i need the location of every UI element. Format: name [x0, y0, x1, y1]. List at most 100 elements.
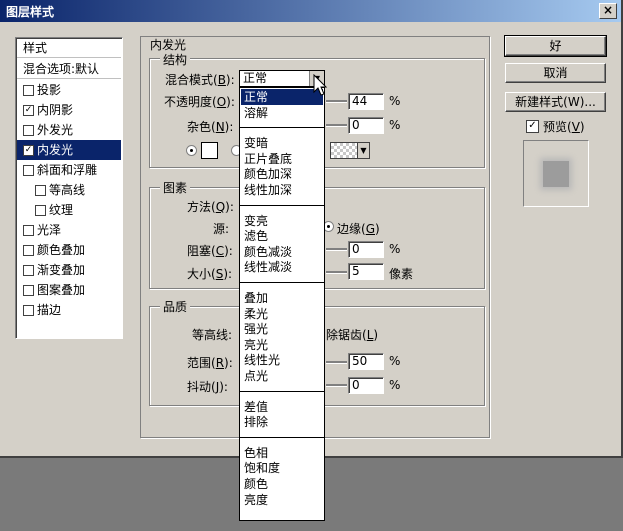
window-title: 图层样式 — [6, 5, 55, 19]
blend-mode-value: 正常 — [243, 71, 268, 85]
style-item[interactable]: 光泽 — [17, 220, 121, 240]
glow-color-swatch[interactable] — [201, 142, 218, 159]
gradient-preview[interactable] — [330, 142, 358, 159]
style-item-label: 纹理 — [49, 203, 74, 217]
style-item-checkbox[interactable] — [23, 285, 34, 296]
style-item-checkbox[interactable] — [23, 85, 34, 96]
title-bar[interactable]: 图层样式 × — [0, 0, 621, 22]
style-item[interactable]: 描边 — [17, 300, 121, 320]
style-item-checkbox[interactable] — [23, 305, 34, 316]
opacity-label: 不透明度(O): — [164, 95, 235, 109]
blend-mode-option[interactable]: 滤色 — [241, 228, 323, 244]
gradient-chevron-down-icon[interactable]: ▼ — [357, 142, 370, 159]
color-radio[interactable] — [186, 145, 197, 156]
style-item[interactable]: ✓ 内阴影 — [17, 100, 121, 120]
style-item[interactable]: 纹理 — [17, 200, 121, 220]
blend-mode-option[interactable]: 颜色加深 — [241, 166, 323, 182]
opacity-input[interactable]: 44 — [348, 93, 384, 110]
choke-slider[interactable] — [326, 248, 347, 251]
style-item-checkbox[interactable] — [23, 225, 34, 236]
blend-mode-option[interactable]: 变亮 — [241, 213, 323, 229]
style-item-label: 外发光 — [37, 123, 74, 137]
blend-mode-option[interactable]: 线性加深 — [241, 182, 323, 198]
blend-mode-option[interactable]: 叠加 — [241, 290, 323, 306]
style-item-checkbox[interactable]: ✓ — [23, 105, 34, 116]
style-item[interactable]: 等高线 — [17, 180, 121, 200]
style-list: 样式 混合选项:默认 投影 ✓ 内阴影 外发光 ✓ 内发光 斜面和浮雕 等高线 纹理 光泽 颜色叠加… — [15, 37, 123, 339]
preview-swatch — [543, 161, 569, 187]
blend-options-item[interactable]: 混合选项:默认 — [17, 59, 121, 79]
range-label: 范围(R): — [187, 356, 233, 370]
blend-mode-option[interactable]: 色相 — [241, 445, 323, 461]
blend-mode-option[interactable]: 线性减淡 — [241, 259, 323, 275]
blend-mode-option[interactable]: 排除 — [241, 414, 323, 430]
style-item-checkbox[interactable] — [23, 165, 34, 176]
jitter-percent: % — [389, 378, 401, 392]
size-label: 大小(S): — [187, 267, 233, 281]
style-preview — [523, 140, 589, 207]
style-item-label: 等高线 — [49, 183, 86, 197]
blend-mode-label: 混合模式(B): — [165, 73, 235, 87]
choke-input[interactable]: 0 — [348, 241, 384, 258]
close-button[interactable]: × — [599, 3, 617, 19]
blend-mode-option[interactable]: 正常 — [241, 89, 323, 105]
choke-percent: % — [389, 242, 401, 256]
new-style-button[interactable]: 新建样式(W)... — [505, 92, 606, 112]
style-item-label: 内发光 — [37, 143, 74, 157]
blend-mode-option[interactable]: 亮度 — [241, 492, 323, 508]
contour-label: 等高线: — [192, 328, 233, 342]
blend-mode-option[interactable]: 柔光 — [241, 306, 323, 322]
style-item[interactable]: 投影 — [17, 80, 121, 100]
style-item[interactable]: 颜色叠加 — [17, 240, 121, 260]
range-slider[interactable] — [326, 361, 347, 364]
blend-mode-option[interactable]: 强光 — [241, 321, 323, 337]
style-item[interactable]: 外发光 — [17, 120, 121, 140]
jitter-slider[interactable] — [326, 384, 347, 387]
style-item-label: 描边 — [37, 303, 62, 317]
style-list-header[interactable]: 样式 — [17, 38, 121, 58]
style-item[interactable]: 图案叠加 — [17, 280, 121, 300]
style-item-checkbox[interactable] — [23, 125, 34, 136]
antialias-label[interactable]: 除锯齿(L) — [326, 326, 378, 343]
style-item[interactable]: 渐变叠加 — [17, 260, 121, 280]
style-item-checkbox[interactable] — [35, 185, 46, 196]
mouse-cursor-icon — [313, 74, 328, 96]
blend-mode-option[interactable]: 正片叠底 — [241, 151, 323, 167]
dropdown-separator — [240, 436, 324, 438]
cancel-button[interactable]: 取消 — [505, 63, 606, 83]
range-percent: % — [389, 354, 401, 368]
structure-title: 结构 — [160, 51, 191, 68]
source-label: 源: — [213, 222, 230, 236]
noise-slider[interactable] — [326, 124, 347, 127]
size-slider[interactable] — [326, 271, 347, 274]
blend-mode-option[interactable]: 差值 — [241, 399, 323, 415]
blend-mode-option[interactable]: 线性光 — [241, 352, 323, 368]
noise-input[interactable]: 0 — [348, 117, 384, 134]
blend-mode-option[interactable]: 变暗 — [241, 135, 323, 151]
preview-checkbox[interactable]: ✓ — [526, 120, 539, 133]
blend-mode-option[interactable]: 溶解 — [241, 105, 323, 121]
range-input[interactable]: 50 — [348, 353, 384, 370]
style-item-checkbox[interactable]: ✓ — [23, 145, 34, 156]
blend-mode-option[interactable]: 颜色减淡 — [241, 244, 323, 260]
blend-mode-option[interactable]: 点光 — [241, 368, 323, 384]
style-item-checkbox[interactable] — [23, 245, 34, 256]
opacity-slider[interactable] — [326, 100, 347, 103]
blend-mode-option[interactable]: 颜色 — [241, 476, 323, 492]
dropdown-separator — [240, 282, 324, 283]
ok-button[interactable]: 好 — [504, 35, 607, 57]
blend-mode-option[interactable]: 亮光 — [241, 337, 323, 353]
style-item[interactable]: 斜面和浮雕 — [17, 160, 121, 180]
preview-label[interactable]: 预览(V) — [543, 118, 585, 135]
style-item-checkbox[interactable] — [23, 265, 34, 276]
size-input[interactable]: 5 — [348, 263, 384, 280]
blend-mode-option[interactable]: 饱和度 — [241, 460, 323, 476]
style-item-label: 渐变叠加 — [37, 263, 86, 277]
style-item[interactable]: ✓ 内发光 — [17, 140, 121, 160]
style-item-checkbox[interactable] — [35, 205, 46, 216]
style-item-label: 光泽 — [37, 223, 62, 237]
jitter-input[interactable]: 0 — [348, 377, 384, 394]
blend-mode-dropdown[interactable]: 正常 溶解变暗 正片叠底 颜色加深 线性加深变亮 滤色 颜色减淡 线性减淡叠加 柔光 强光 亮光 线性… — [239, 87, 325, 521]
technique-label: 方法(Q): — [187, 200, 234, 214]
size-unit: 像素 — [389, 267, 414, 281]
